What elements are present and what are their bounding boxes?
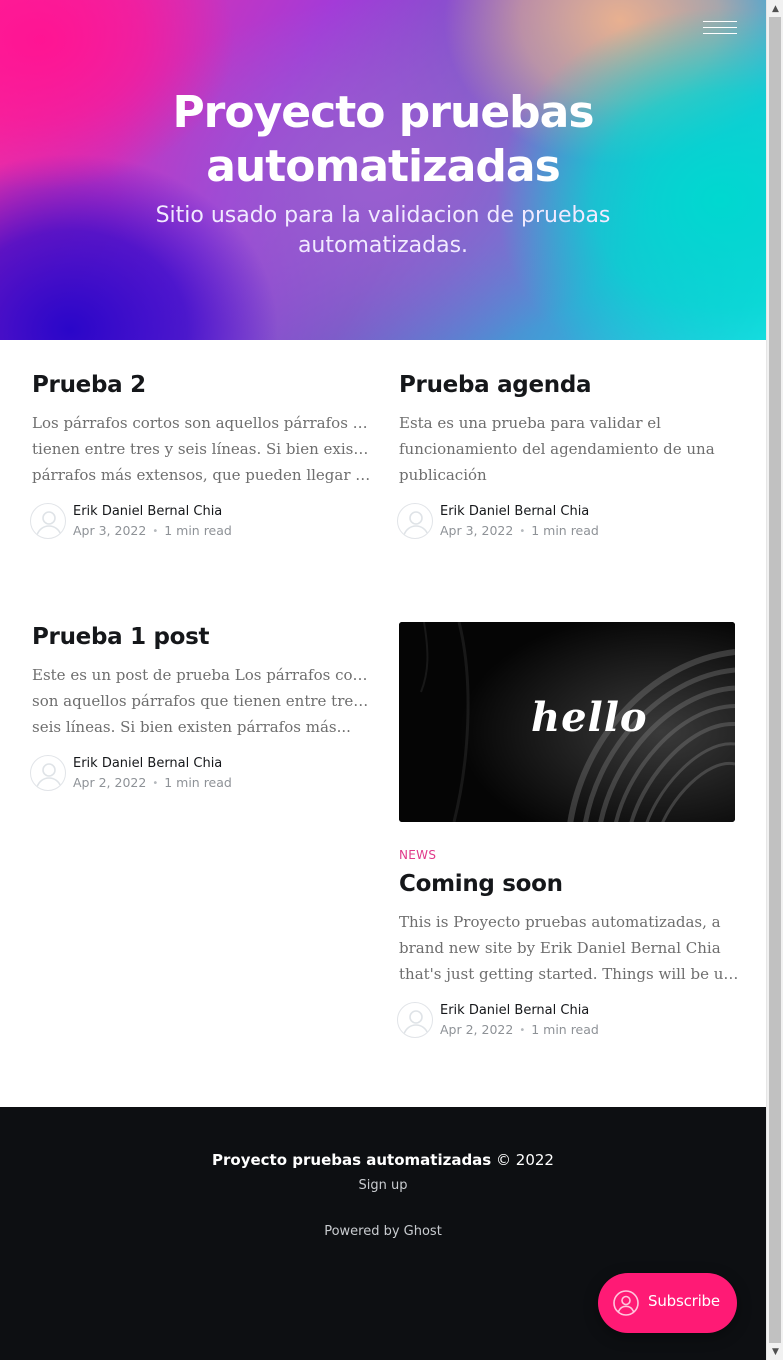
scroll-up-arrow-icon[interactable]: ▲ <box>767 0 783 17</box>
excerpt-line: brand new site by Erik Daniel Bernal Chi… <box>399 939 721 957</box>
excerpt-line: Los párrafos cortos son aquellos párrafo… <box>32 414 372 432</box>
post-date: Apr 2, 2022 <box>440 1022 514 1037</box>
excerpt-line: párrafos más extensos, que pueden llegar… <box>32 466 372 484</box>
post-card-coming-soon[interactable]: NEWS Coming soon This is Proyecto prueba… <box>397 848 739 1042</box>
read-time: 1 min read <box>164 523 232 538</box>
post-excerpt: This is Proyecto pruebas automatizadas, … <box>399 909 739 987</box>
post-excerpt: Este es un post de prueba Los párrafos c… <box>32 662 372 740</box>
post-date-readtime: Apr 3, 2022 • 1 min read <box>440 523 599 538</box>
default-avatar-icon[interactable] <box>397 1002 433 1038</box>
excerpt-line: publicación <box>399 466 487 484</box>
excerpt-line: that's just getting started. Things will… <box>399 965 739 983</box>
post-date: Apr 3, 2022 <box>440 523 514 538</box>
read-time: 1 min read <box>531 1022 599 1037</box>
subscribe-label: Subscribe <box>648 1292 720 1310</box>
post-feature-image[interactable]: hello <box>399 622 735 822</box>
excerpt-line: funcionamiento del agendamiento de una <box>399 440 715 458</box>
post-card-prueba-2[interactable]: Prueba 2 Los párrafos cortos son aquello… <box>30 370 372 543</box>
footer-signup-link[interactable]: Sign up <box>0 1178 766 1193</box>
copyright-year: © 2022 <box>496 1151 554 1169</box>
post-title[interactable]: Prueba 1 post <box>32 622 372 652</box>
author-name[interactable]: Erik Daniel Bernal Chia <box>440 1003 589 1018</box>
separator-dot: • <box>152 778 159 789</box>
separator-dot: • <box>519 526 526 537</box>
post-tag[interactable]: NEWS <box>399 848 739 862</box>
post-meta: Erik Daniel Bernal Chia Apr 2, 2022 • 1 mi… <box>397 1002 739 1042</box>
excerpt-line: son aquellos párrafos que tienen entre t… <box>32 692 372 710</box>
post-card-prueba-agenda[interactable]: Prueba agenda Esta es una prueba para va… <box>397 370 739 543</box>
page-viewport: Proyecto pruebas automatizadas Sitio usa… <box>0 0 766 1360</box>
post-date-readtime: Apr 2, 2022 • 1 min read <box>73 775 232 790</box>
post-title[interactable]: Prueba 2 <box>32 370 372 400</box>
author-name[interactable]: Erik Daniel Bernal Chia <box>73 504 222 519</box>
post-meta: Erik Daniel Bernal Chia Apr 3, 2022 • 1 mi… <box>397 503 739 543</box>
default-avatar-icon[interactable] <box>397 503 433 539</box>
excerpt-line: This is Proyecto pruebas automatizadas, … <box>399 913 721 931</box>
scroll-down-arrow-icon[interactable]: ▼ <box>767 1343 783 1360</box>
post-date: Apr 2, 2022 <box>73 775 147 790</box>
scrollbar-thumb[interactable] <box>769 17 781 1343</box>
excerpt-line: Este es un post de prueba Los párrafos c… <box>32 666 372 684</box>
site-title[interactable]: Proyecto pruebas automatizadas <box>120 86 646 194</box>
post-date-readtime: Apr 3, 2022 • 1 min read <box>73 523 232 538</box>
default-avatar-icon[interactable] <box>30 755 66 791</box>
post-title[interactable]: Prueba agenda <box>399 370 739 400</box>
separator-dot: • <box>519 1025 526 1036</box>
default-avatar-icon[interactable] <box>30 503 66 539</box>
post-meta: Erik Daniel Bernal Chia Apr 3, 2022 • 1 mi… <box>30 503 372 543</box>
read-time: 1 min read <box>531 523 599 538</box>
post-meta: Erik Daniel Bernal Chia Apr 2, 2022 • 1 mi… <box>30 755 372 795</box>
excerpt-line: Esta es una prueba para validar el <box>399 414 661 432</box>
author-name[interactable]: Erik Daniel Bernal Chia <box>440 504 589 519</box>
site-description: Sitio usado para la validacion de prueba… <box>155 203 611 258</box>
hamburger-menu-icon[interactable] <box>703 20 737 36</box>
powered-by-ghost-link[interactable]: Powered by Ghost <box>0 1224 766 1239</box>
vertical-scrollbar[interactable]: ▲ ▼ <box>766 0 783 1360</box>
excerpt-line: tienen entre tres y seis líneas. Si bien… <box>32 440 372 458</box>
post-excerpt: Esta es una prueba para validar el funci… <box>399 410 739 488</box>
excerpt-line: seis líneas. Si bien existen párrafos má… <box>32 718 351 736</box>
footer-site-link[interactable]: Proyecto pruebas automatizadas <box>212 1151 491 1169</box>
user-circle-icon <box>613 1290 639 1316</box>
footer-copyright: Proyecto pruebas automatizadas © 2022 <box>0 1151 766 1169</box>
author-name[interactable]: Erik Daniel Bernal Chia <box>73 756 222 771</box>
image-hello-text: hello <box>531 694 648 741</box>
post-date: Apr 3, 2022 <box>73 523 147 538</box>
post-excerpt: Los párrafos cortos son aquellos párrafo… <box>32 410 372 488</box>
read-time: 1 min read <box>164 775 232 790</box>
separator-dot: • <box>152 526 159 537</box>
post-date-readtime: Apr 2, 2022 • 1 min read <box>440 1022 599 1037</box>
post-card-prueba-1-post[interactable]: Prueba 1 post Este es un post de prueba … <box>30 622 372 795</box>
site-header: Proyecto pruebas automatizadas Sitio usa… <box>0 0 766 340</box>
subscribe-button[interactable]: Subscribe <box>598 1273 737 1333</box>
post-title[interactable]: Coming soon <box>399 869 739 899</box>
